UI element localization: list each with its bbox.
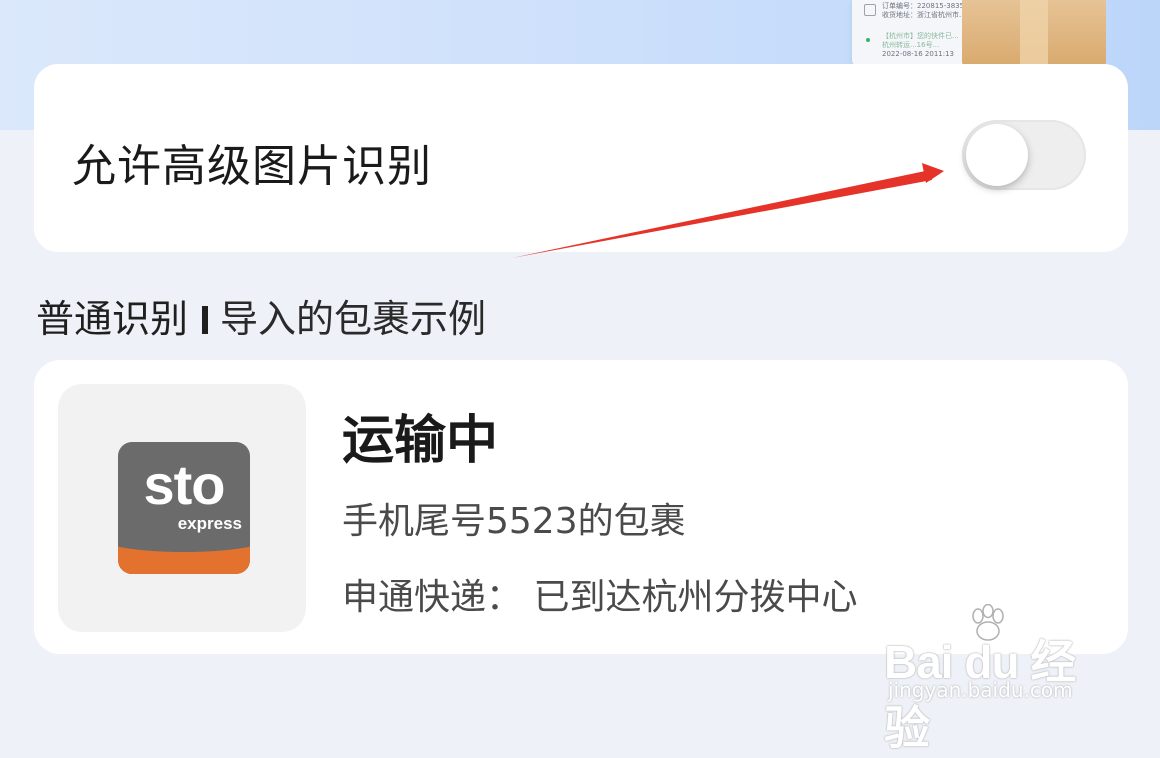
section-title: 普通识别 导入的包裹示例: [36, 288, 486, 343]
logo-wordmark: sto: [143, 453, 226, 516]
arrow-shaft: [512, 170, 932, 258]
section-subtitle: 导入的包裹示例: [220, 297, 487, 341]
watermark-url: jingyan.baidu.com: [888, 678, 1073, 702]
section-divider: [202, 306, 209, 334]
baidu-jingyan-watermark: Bai du 经验 jingyan.baidu.com: [884, 604, 1104, 754]
sto-express-logo: sto express: [118, 442, 250, 574]
parcel-courier-status: 申通快递： 已到达杭州分拨中心: [342, 577, 858, 618]
carrier-logo-tile: sto express: [58, 384, 306, 632]
logo-subtext: express: [177, 514, 242, 533]
parcel-phone-desc: 手机尾号5523的包裹: [342, 501, 686, 542]
parcel-status: 运输中: [342, 411, 499, 471]
section-title-main: 普通识别: [36, 297, 189, 341]
